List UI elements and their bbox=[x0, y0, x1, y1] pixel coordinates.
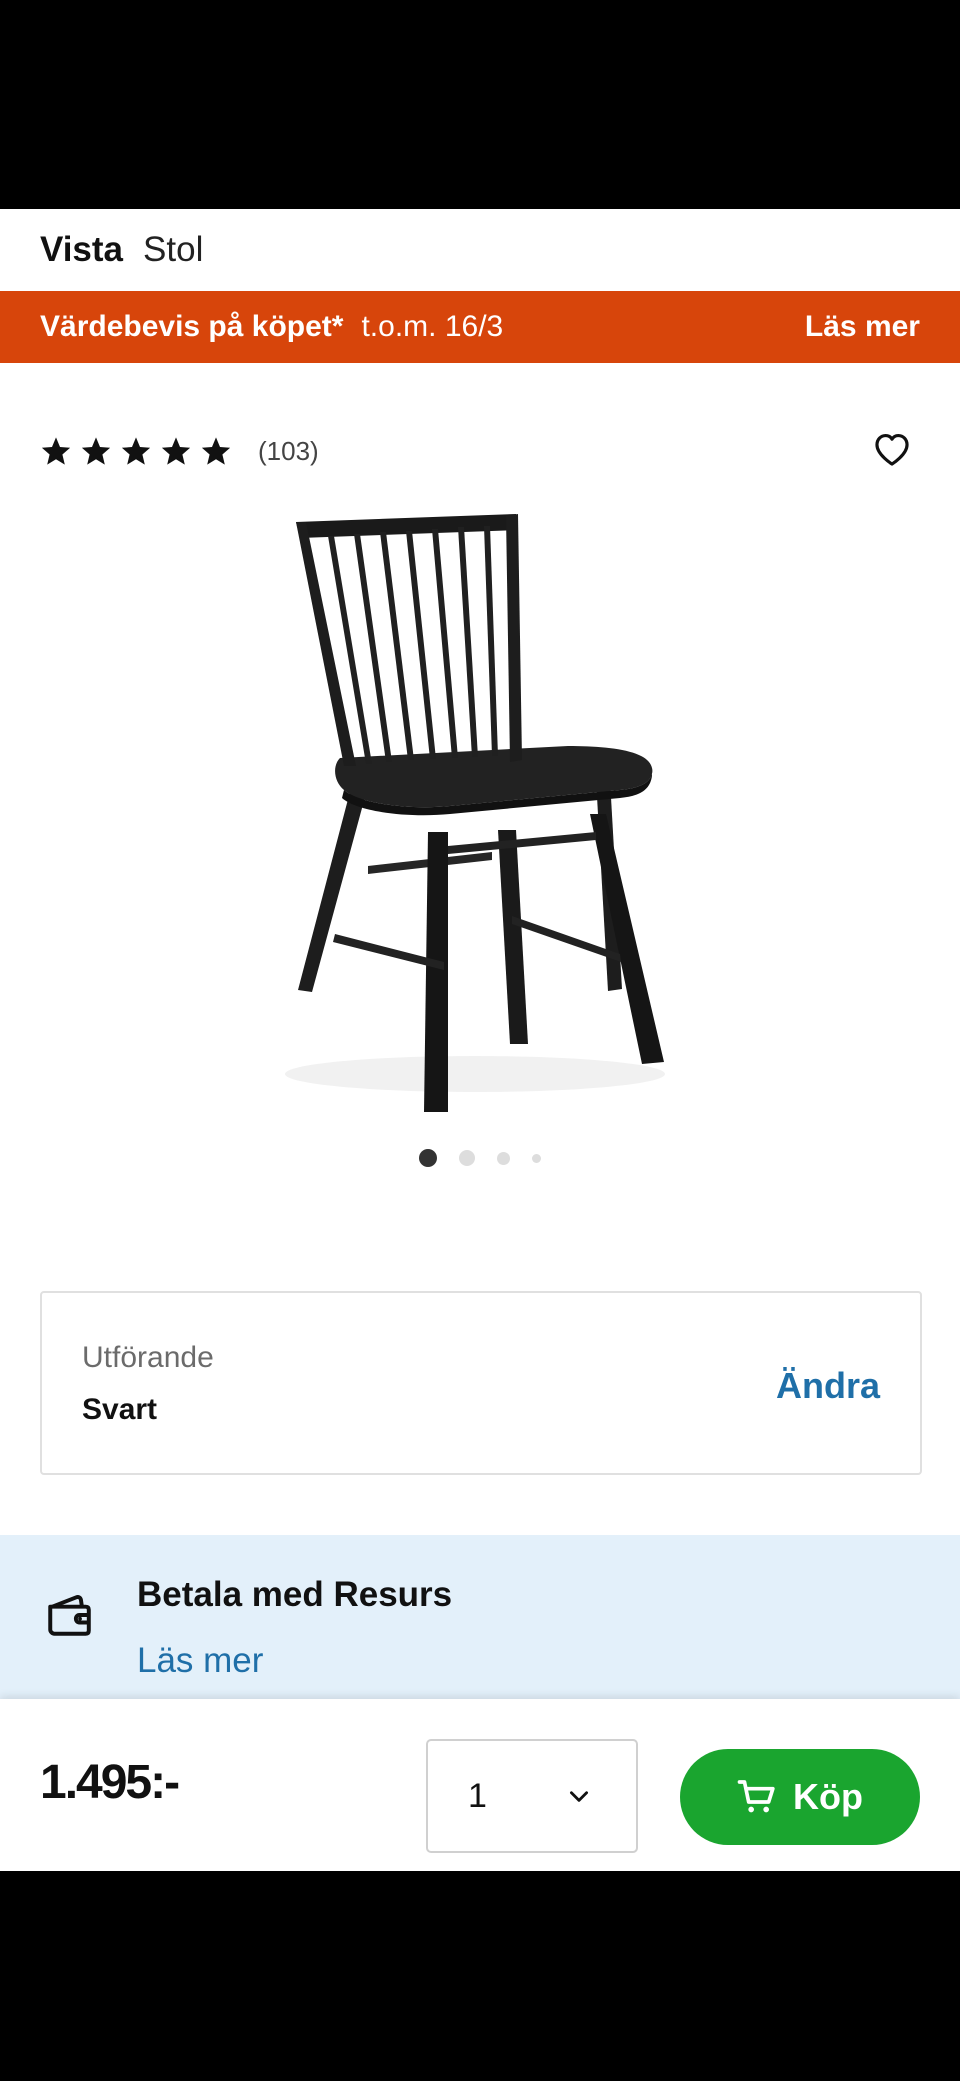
heart-outline-icon bbox=[875, 433, 909, 466]
star-rating bbox=[40, 435, 232, 467]
promo-date: t.o.m. 16/3 bbox=[361, 310, 504, 343]
favorite-button[interactable] bbox=[864, 421, 920, 477]
variant-label: Utförande bbox=[82, 1341, 214, 1374]
chevron-down-icon bbox=[570, 1791, 588, 1802]
buy-button[interactable]: Köp bbox=[680, 1749, 920, 1845]
promo-text: Värdebevis på köpet* t.o.m. 16/3 bbox=[40, 310, 503, 344]
status-bar-area bbox=[0, 0, 960, 209]
buy-button-label: Köp bbox=[793, 1776, 863, 1817]
sticky-buy-bar: 1.495:- 1 Köp bbox=[0, 1699, 960, 1871]
product-page: Vista Stol Värdebevis på köpet* t.o.m. 1… bbox=[0, 209, 960, 1871]
star-icon bbox=[201, 437, 231, 465]
star-icon bbox=[41, 437, 71, 465]
promo-read-more-link[interactable]: Läs mer bbox=[805, 310, 920, 344]
promo-title: Värdebevis på köpet* bbox=[40, 310, 344, 343]
payment-read-more-link[interactable]: Läs mer bbox=[137, 1641, 263, 1681]
rating-row[interactable]: (103) bbox=[40, 427, 319, 475]
review-count: (103) bbox=[258, 435, 319, 466]
variant-value: Svart bbox=[82, 1393, 158, 1426]
product-name: Stol bbox=[143, 230, 204, 269]
navigation-bar-area bbox=[0, 1871, 960, 2081]
carousel-dot[interactable] bbox=[532, 1153, 541, 1163]
payment-title: Betala med Resurs bbox=[137, 1575, 453, 1614]
variant-selector[interactable]: Utförande Svart Ändra bbox=[40, 1291, 922, 1475]
change-variant-link[interactable]: Ändra bbox=[776, 1365, 880, 1407]
carousel-dot[interactable] bbox=[459, 1150, 475, 1166]
wallet-icon bbox=[48, 1595, 91, 1636]
brand-name: Vista bbox=[40, 230, 124, 269]
star-icon bbox=[161, 437, 191, 465]
product-title: Vista Stol bbox=[40, 209, 203, 291]
promo-banner[interactable]: Värdebevis på köpet* t.o.m. 16/3 Läs mer bbox=[0, 291, 960, 363]
carousel-dot[interactable] bbox=[497, 1151, 510, 1165]
star-icon bbox=[81, 437, 111, 465]
star-icon bbox=[121, 437, 151, 465]
quantity-value: 1 bbox=[468, 1777, 487, 1815]
cart-icon bbox=[737, 1780, 775, 1813]
quantity-select[interactable]: 1 bbox=[426, 1739, 638, 1853]
payment-info-banner: Betala med Resurs Läs mer bbox=[0, 1535, 960, 1715]
carousel-dots[interactable] bbox=[0, 1149, 960, 1167]
carousel-dot-active[interactable] bbox=[419, 1149, 437, 1167]
price: 1.495:- bbox=[40, 1756, 180, 1809]
product-image[interactable] bbox=[240, 514, 700, 1114]
